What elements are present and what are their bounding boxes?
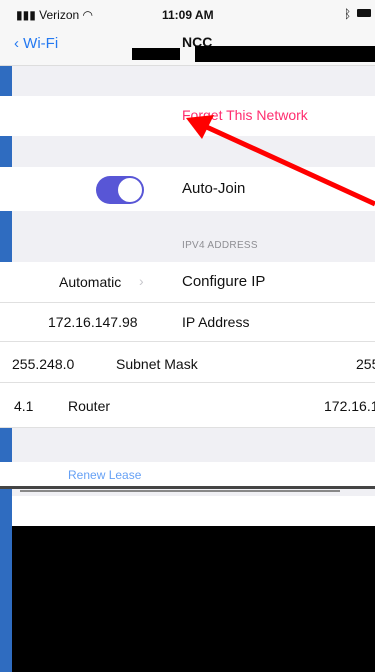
annotation-arrow-icon (186, 115, 375, 207)
